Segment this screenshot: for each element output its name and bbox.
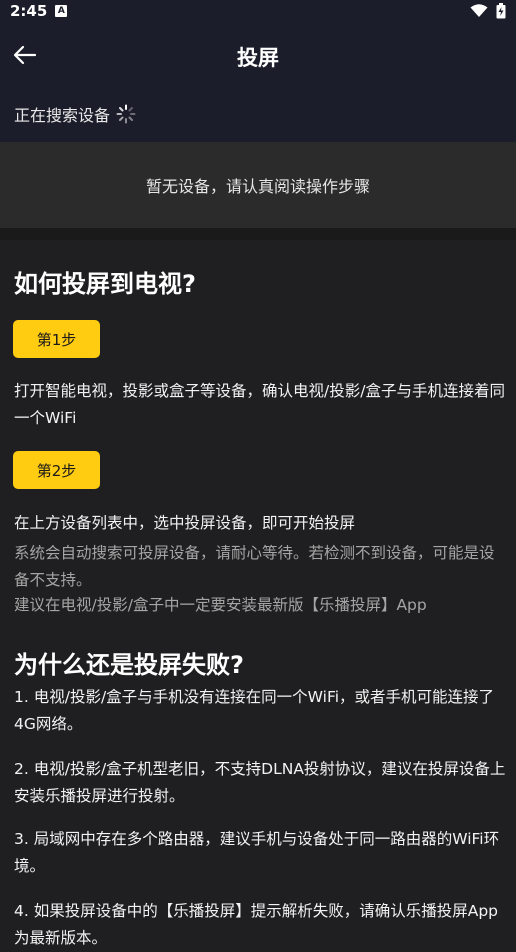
step-2-note-1: 系统会自动搜索可投屏设备，请耐心等待。若检测不到设备，可能是设备不支持。	[14, 544, 495, 589]
empty-message: 暂无设备，请认真阅读操作步骤	[145, 177, 370, 196]
faq-item: 1. 电视/投影/盒子与手机没有连接在同一个WiFi，或者手机可能连接了4G网络…	[14, 688, 495, 733]
page-title: 投屏	[237, 46, 279, 70]
step-1-description: 打开智能电视，投影或盒子等设备，确认电视/投影/盒子与手机连接着同一个WiFi	[14, 382, 505, 427]
guide-title: 如何投屏到电视?	[14, 270, 196, 298]
search-status-text: 正在搜索设备	[14, 106, 111, 125]
notification-icon: A	[55, 5, 68, 17]
section-divider	[0, 228, 516, 240]
step-2-note-2: 建议在电视/投影/盒子中一定要安装最新版【乐播投屏】App	[14, 596, 427, 614]
status-time: 2:45	[10, 2, 48, 20]
step-2-description: 在上方设备列表中，选中投屏设备，即可开始投屏	[14, 514, 356, 532]
faq-item: 3. 局域网中存在多个路由器，建议手机与设备处于同一路由器的WiFi环境。	[14, 830, 500, 875]
device-list-empty: 暂无设备，请认真阅读操作步骤	[0, 142, 516, 228]
step-2-badge: 第2步	[13, 451, 100, 489]
faq-item: 4. 如果投屏设备中的【乐播投屏】提示解析失败，请确认乐播投屏App为最新版本。	[14, 902, 498, 947]
status-icons	[470, 3, 506, 19]
status-bar: 2:45 A	[0, 0, 516, 22]
faq-item: 2. 电视/投影/盒子机型老旧，不支持DLNA投射协议，建议在投屏设备上安装乐播…	[14, 760, 506, 805]
wifi-icon	[470, 4, 488, 17]
faq-title: 为什么还是投屏失败?	[14, 651, 244, 679]
step-1-badge: 第1步	[13, 320, 100, 358]
battery-icon	[496, 3, 506, 19]
loading-spinner-icon	[116, 104, 136, 124]
top-app-bar: 投屏 正在搜索设备	[0, 22, 516, 142]
search-status: 正在搜索设备	[14, 102, 136, 126]
guide-content: 如何投屏到电视? 第1步 打开智能电视，投影或盒子等设备，确认电视/投影/盒子与…	[0, 240, 516, 947]
